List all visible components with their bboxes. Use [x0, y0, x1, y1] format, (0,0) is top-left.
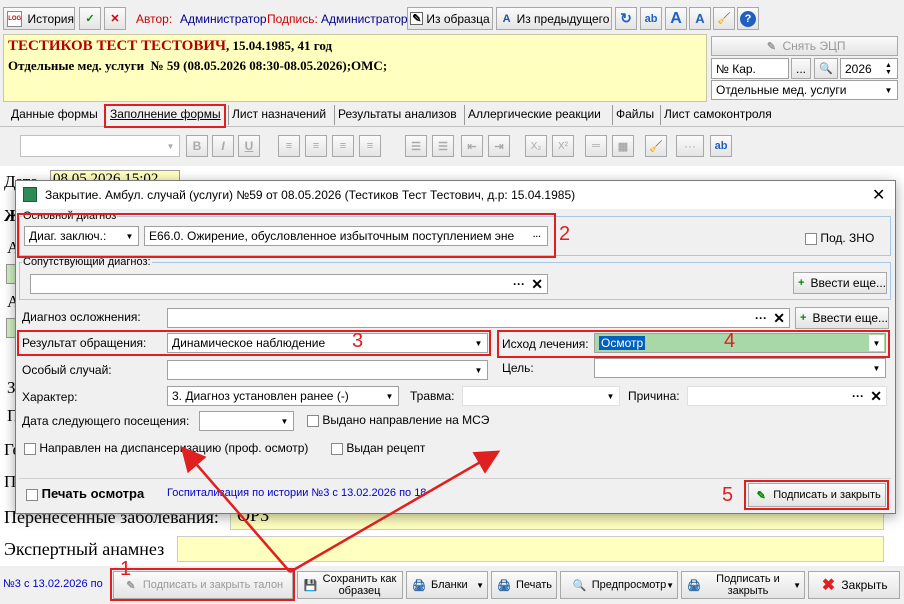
annotation-arrows: [180, 446, 501, 574]
arrow-left: [180, 446, 291, 573]
arrow-right: [289, 450, 501, 574]
